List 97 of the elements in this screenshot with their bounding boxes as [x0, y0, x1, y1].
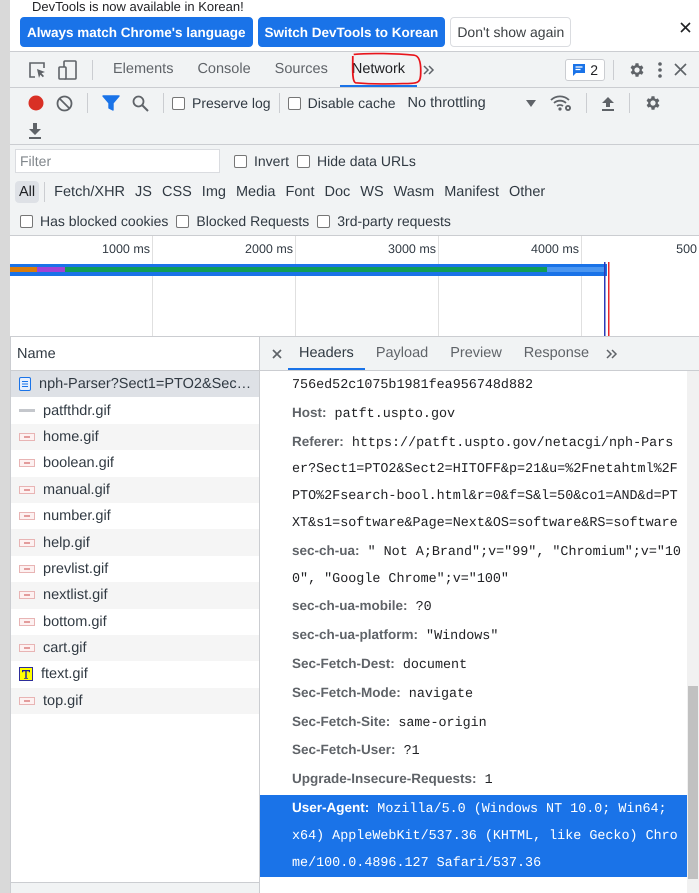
- checkbox[interactable]: [20, 214, 33, 228]
- header-line: sec-ch-ua-platform: "Windows": [291, 626, 500, 646]
- caret-icon: [526, 100, 536, 106]
- issues-badge[interactable]: 2: [565, 58, 605, 80]
- filter-icon[interactable]: [102, 95, 120, 111]
- image-icon: [19, 591, 35, 600]
- wifi-settings-icon[interactable]: [550, 95, 572, 111]
- image-icon: [19, 432, 35, 441]
- type-filter[interactable]: Manifest: [440, 181, 503, 203]
- type-filter[interactable]: Doc: [320, 181, 354, 203]
- checkbox[interactable]: [234, 154, 247, 168]
- image-icon: [19, 512, 35, 520]
- header-line: Sec-Fetch-User: ?1: [291, 741, 421, 762]
- detail-tab[interactable]: Response: [512, 337, 600, 370]
- image-icon: [19, 538, 35, 547]
- request-row[interactable]: help.gif: [11, 529, 259, 556]
- checkbox[interactable]: [172, 96, 185, 110]
- tick-label: 4000 ms: [531, 242, 579, 256]
- type-filter[interactable]: Media: [232, 181, 280, 203]
- tick-label: 500: [676, 242, 697, 256]
- image-icon: [19, 459, 35, 468]
- banner-button[interactable]: Always match Chrome's language: [20, 17, 253, 47]
- checkbox-label: Disable cache: [308, 95, 396, 111]
- request-row[interactable]: home.gif: [11, 424, 259, 450]
- filter-field[interactable]: Filter: [15, 149, 220, 173]
- header-line: Sec-Fetch-Site: same-origin: [291, 712, 488, 733]
- request-row[interactable]: cart.gif: [11, 634, 259, 662]
- request-row[interactable]: nph-Parser?Sect1=PTO2&Sec…: [11, 371, 259, 398]
- request-row[interactable]: manual.gif: [11, 476, 259, 503]
- type-filter[interactable]: CSS: [158, 181, 196, 203]
- tick-label: 1000 ms: [102, 242, 150, 256]
- column-header[interactable]: Name: [17, 346, 56, 362]
- settings-icon[interactable]: [644, 94, 662, 112]
- detail-tab[interactable]: Preview: [439, 337, 513, 370]
- checkbox-label: 3rd-party requests: [337, 213, 451, 229]
- detail-tab[interactable]: Headers: [288, 337, 365, 370]
- header-line: Sec-Fetch-Mode: navigate: [291, 684, 474, 704]
- panel-tab[interactable]: Sources: [262, 52, 340, 87]
- more-tabs-icon[interactable]: [606, 348, 618, 358]
- checkbox-label: Hide data URLs: [317, 153, 416, 169]
- header-line: Sec-Fetch-Dest: document: [291, 654, 468, 675]
- type-filter[interactable]: Other: [505, 181, 550, 203]
- request-row[interactable]: nextlist.gif: [11, 582, 259, 609]
- checkbox-label: Has blocked cookies: [40, 213, 168, 229]
- clear-icon[interactable]: [56, 94, 73, 112]
- checkbox-label: Blocked Requests: [196, 213, 310, 229]
- tick-label: 3000 ms: [388, 242, 436, 256]
- scrollbar[interactable]: [11, 882, 259, 893]
- scrollbar[interactable]: [0, 0, 10, 893]
- close-icon[interactable]: [680, 22, 691, 33]
- image-icon: [19, 644, 35, 652]
- record-icon[interactable]: [28, 95, 44, 111]
- type-filter[interactable]: Img: [198, 181, 230, 203]
- throttling-dropdown[interactable]: No throttling: [404, 95, 544, 111]
- more-tabs-icon[interactable]: [423, 64, 436, 74]
- tick-label: 2000 ms: [245, 242, 293, 256]
- image-icon: [19, 618, 35, 626]
- checkbox-label: Invert: [254, 153, 290, 169]
- checkbox[interactable]: [176, 214, 190, 228]
- image-icon: [19, 564, 35, 573]
- scrollbar[interactable]: [687, 371, 699, 893]
- header-line: 756ed52c1075b1981fea956748d882: [291, 377, 534, 395]
- detail-tab[interactable]: Payload: [364, 337, 440, 370]
- device-icon[interactable]: [58, 60, 78, 80]
- type-filter[interactable]: All: [15, 181, 40, 203]
- image-icon: [19, 486, 35, 494]
- type-filter[interactable]: JS: [131, 181, 156, 203]
- panel-tab[interactable]: Elements: [101, 52, 186, 87]
- image-icon: [19, 696, 35, 705]
- panel-tab[interactable]: Console: [185, 52, 263, 87]
- document-icon: [19, 377, 31, 392]
- header-line: sec-ch-ua: " Not A;Brand";v="99", "Chromium";v="100", "Google Chrome";v="100": [291, 542, 682, 589]
- checkbox[interactable]: [288, 96, 301, 110]
- checkbox-label: Preserve log: [192, 95, 271, 111]
- search-icon[interactable]: [132, 94, 149, 112]
- type-filter[interactable]: Fetch/XHR: [50, 181, 130, 203]
- checkbox[interactable]: [297, 154, 310, 168]
- banner-title: DevTools is now available in Korean!: [32, 0, 245, 14]
- type-filter[interactable]: WS: [356, 181, 388, 203]
- settings-icon[interactable]: [628, 60, 646, 78]
- message-icon: [572, 62, 586, 76]
- letter-icon: [19, 667, 33, 682]
- banner-button[interactable]: Switch DevTools to Korean: [258, 17, 446, 47]
- download-icon[interactable]: [28, 123, 42, 139]
- more-icon[interactable]: [658, 62, 662, 78]
- header-line: Referer: https://patft.uspto.gov/netacgi/nph-Parser?Sect1=PTO2&Sect2=HITOFF&p=21&u=%2Fnetahtml%2FPTO%2Fsearch-bool.html&r=0&f=S&l=50&co1=AND&d=PTXT&s1=software&Page=Next&OS=software&RS=software: [291, 432, 679, 533]
- banner-button[interactable]: Don't show again: [450, 17, 572, 47]
- panel-tab[interactable]: Network: [340, 52, 418, 87]
- header-line: Host: patft.uspto.gov: [291, 404, 456, 424]
- checkbox[interactable]: [317, 214, 330, 228]
- request-row[interactable]: top.gif: [11, 688, 259, 714]
- header-line: Upgrade-Insecure-Requests: 1: [291, 770, 494, 790]
- header-line: sec-ch-ua-mobile: ?0: [291, 597, 433, 618]
- type-filter[interactable]: Font: [281, 181, 318, 203]
- upload-icon[interactable]: [600, 95, 615, 111]
- inspect-icon[interactable]: [28, 60, 46, 78]
- type-filter[interactable]: Wasm: [390, 181, 438, 203]
